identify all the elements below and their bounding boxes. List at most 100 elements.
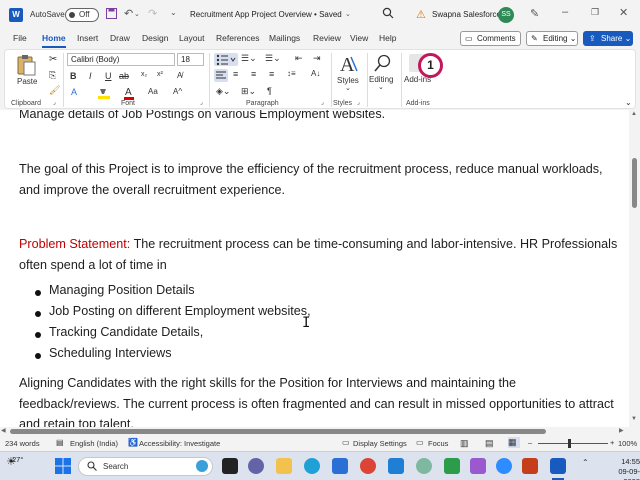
word-count[interactable]: 234 words [5,439,40,448]
tab-layout[interactable]: Layout [179,33,205,43]
tab-draw[interactable]: Draw [110,33,130,43]
close-icon[interactable]: ✕ [619,6,628,19]
accessibility-status[interactable]: Accessibility: Investigate [139,439,220,448]
task-view-icon[interactable] [222,458,238,474]
undo-dropdown-icon[interactable]: ⌄ [134,10,140,18]
redo-icon[interactable]: ↷ [148,7,157,20]
clock[interactable]: 14:55 09-09-2023 [612,457,640,480]
styles-launcher-icon[interactable]: ⌟ [357,99,360,106]
vertical-scrollbar[interactable]: ▲ ▼ [629,110,640,427]
zoom-out-icon[interactable]: – [528,438,532,447]
search-icon[interactable] [382,7,394,19]
chrome-icon[interactable] [360,458,376,474]
tab-insert[interactable]: Insert [77,33,98,43]
tab-file[interactable]: File [13,33,27,43]
scroll-right-icon[interactable]: ▶ [619,427,624,434]
sort-icon[interactable]: A↓ [311,69,320,78]
scroll-up-icon[interactable]: ▲ [631,111,637,117]
borders-icon[interactable]: ⊞⌄ [241,86,256,97]
decrease-indent-icon[interactable]: ⇤ [295,53,303,64]
bullets-button[interactable] [214,53,238,66]
multilevel-list-icon[interactable]: ☰⌄ [265,53,281,64]
zoom-slider[interactable] [538,443,608,444]
bing-icon[interactable] [196,460,208,472]
find-icon[interactable] [373,53,393,73]
taskbar-search-input[interactable]: Search [78,457,213,476]
underline-icon[interactable]: U [105,71,112,81]
read-mode-icon[interactable]: ▥ [460,438,469,449]
cut-icon[interactable]: ✂ [49,54,57,65]
zoom-app-icon[interactable] [496,458,512,474]
clipboard-launcher-icon[interactable]: ⌟ [53,99,56,106]
focus-button[interactable]: Focus [428,439,448,448]
font-color-icon[interactable]: A [123,86,135,100]
shading-icon[interactable]: ◈⌄ [216,86,230,97]
file-explorer-icon[interactable] [276,458,292,474]
minimize-icon[interactable]: – [562,6,568,18]
align-right-icon[interactable]: ≡ [251,69,256,79]
line-spacing-icon[interactable]: ↕≡ [287,69,296,78]
display-settings-button[interactable]: Display Settings [353,439,407,448]
focus-icon[interactable]: ▭ [416,438,424,447]
tab-mailings[interactable]: Mailings [269,33,300,43]
web-layout-icon[interactable]: ▦ [508,437,520,448]
tab-design[interactable]: Design [142,33,168,43]
share-button[interactable]: ⇪ Share ⌄ [583,31,633,46]
highlight-icon[interactable] [97,88,111,99]
undo-icon[interactable]: ↶ [124,7,133,20]
proofing-icon[interactable]: ▤ [56,438,64,447]
styles-icon[interactable]: A [339,53,359,75]
language-status[interactable]: English (India) [70,439,118,448]
align-left-button[interactable] [214,69,228,82]
tab-help[interactable]: Help [379,33,396,43]
italic-icon[interactable]: I [89,71,92,81]
text-effects-icon[interactable]: A [71,87,77,97]
display-settings-icon[interactable]: ▭ [342,438,350,447]
styles-dropdown-icon[interactable]: ⌄ [345,84,351,92]
hscrollbar-thumb[interactable] [10,429,546,434]
scroll-left-icon[interactable]: ◀ [1,427,6,434]
superscript-icon[interactable]: x² [157,71,163,78]
system-tray-chevron-icon[interactable]: ⌃ [582,458,589,467]
scrollbar-thumb[interactable] [632,158,637,208]
title-dropdown-icon[interactable]: ⌄ [345,10,351,18]
numbering-icon[interactable]: ☰⌄ [241,53,257,64]
grow-font-icon[interactable]: A^ [173,87,182,96]
strikethrough-icon[interactable]: ab [119,71,129,81]
chatgpt-icon[interactable] [416,458,432,474]
excel-icon[interactable] [444,458,460,474]
collapse-ribbon-icon[interactable]: ⌄ [625,98,632,107]
show-marks-icon[interactable]: ¶ [267,86,272,96]
change-case-icon[interactable]: Aa [148,87,158,96]
teams-icon[interactable] [248,458,264,474]
paragraph-launcher-icon[interactable]: ⌟ [321,99,324,106]
accessibility-icon[interactable]: ♿ [128,438,138,447]
app-icon[interactable] [470,458,486,474]
format-painter-icon[interactable]: 🖌 [49,85,60,96]
font-size-dropdown[interactable]: 18 [177,53,204,66]
start-icon[interactable] [55,458,71,474]
vscode-icon[interactable] [388,458,404,474]
paste-button[interactable]: Paste [17,77,37,86]
user-name[interactable]: Swapna Salesforce [432,10,501,19]
zoom-level[interactable]: 100% [618,439,637,448]
print-layout-icon[interactable]: ▤ [485,438,494,449]
zoom-in-icon[interactable]: + [610,438,614,447]
copy-icon[interactable]: ⎘ [49,70,56,81]
increase-indent-icon[interactable]: ⇥ [313,53,321,64]
tab-references[interactable]: References [216,33,259,43]
customize-toolbar-icon[interactable]: ⌄ [170,8,177,17]
save-icon[interactable] [106,8,117,19]
subscript-icon[interactable]: x₂ [141,71,147,78]
editing-dropdown-icon[interactable]: ⌄ [378,83,384,91]
zoom-slider-handle[interactable] [568,439,571,448]
justify-icon[interactable]: ≡ [269,69,274,79]
pen-icon[interactable]: ✎ [530,7,539,20]
tab-view[interactable]: View [350,33,368,43]
document-title[interactable]: Recruitment App Project Overview • Saved [190,10,342,19]
font-launcher-icon[interactable]: ⌟ [200,99,203,106]
document-page[interactable]: Manage details of Job Postings on variou… [0,110,629,427]
horizontal-scrollbar[interactable]: ◀ ▶ [0,427,640,436]
powerpoint-icon[interactable] [522,458,538,474]
tab-home[interactable]: Home [42,33,66,43]
